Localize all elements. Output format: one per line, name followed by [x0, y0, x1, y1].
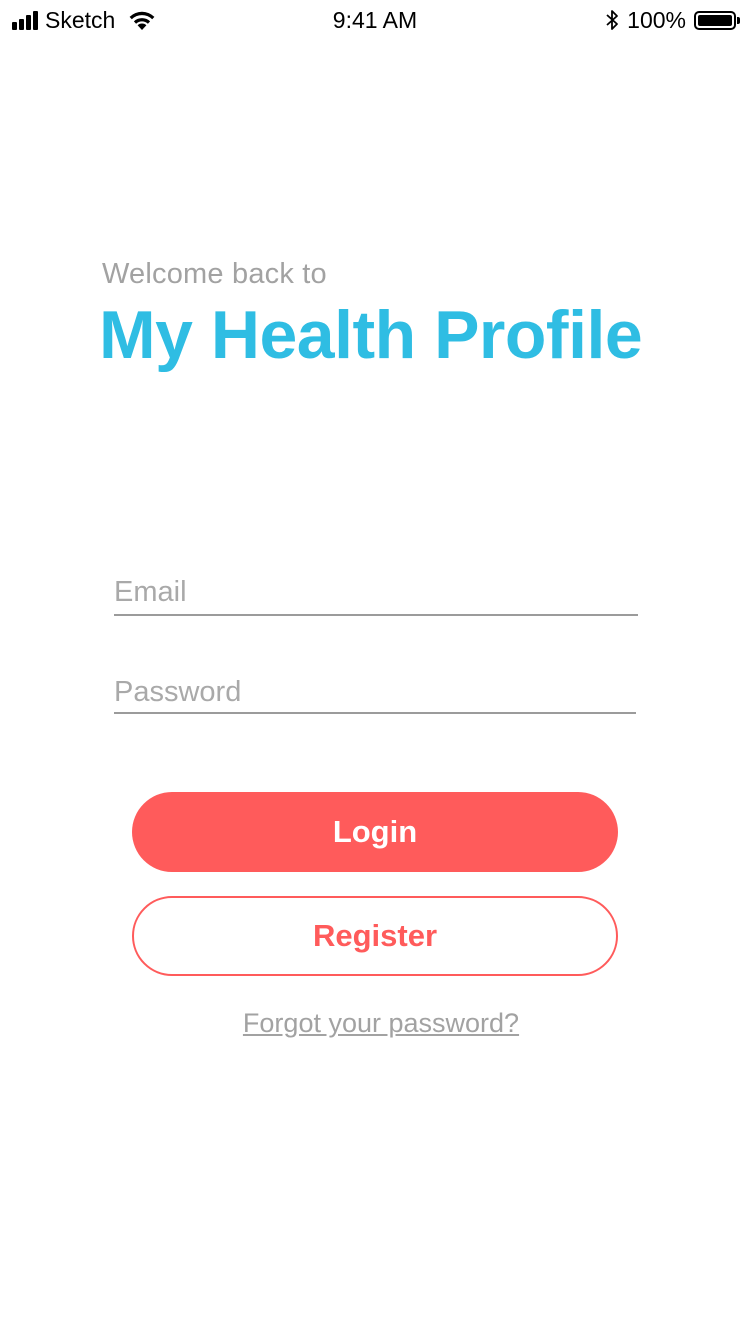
- battery-level-fill: [698, 14, 732, 26]
- status-bar: Sketch 9:41 AM 100%: [0, 0, 750, 40]
- bluetooth-icon: [606, 10, 619, 30]
- battery-percentage: 100%: [627, 6, 686, 33]
- login-screen: Sketch 9:41 AM 100% Welcome back to My H…: [0, 0, 750, 1334]
- forgot-password-link[interactable]: Forgot your password?: [0, 1008, 750, 1039]
- register-button[interactable]: Register: [132, 896, 618, 976]
- app-title: My Health Profile: [99, 297, 643, 373]
- welcome-text: Welcome back to: [102, 258, 327, 290]
- battery-cap: [737, 16, 740, 24]
- battery-icon: [694, 10, 740, 30]
- email-field[interactable]: [114, 570, 638, 616]
- password-field[interactable]: [114, 672, 636, 714]
- status-bar-right: 100%: [605, 6, 740, 33]
- login-button[interactable]: Login: [132, 792, 618, 872]
